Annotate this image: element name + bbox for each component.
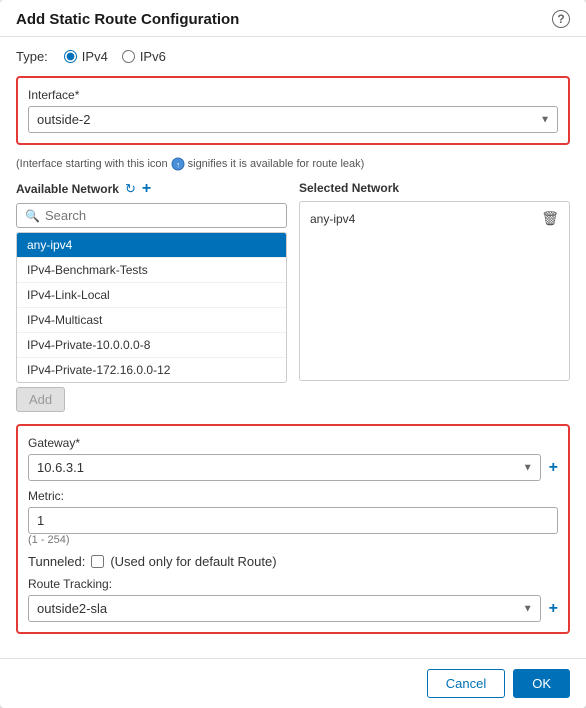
add-button[interactable]: Add — [16, 387, 65, 412]
help-icon[interactable]: ? — [552, 10, 570, 28]
route-tracking-label: Route Tracking: — [28, 577, 558, 591]
ipv4-radio-item[interactable]: IPv4 — [64, 49, 108, 64]
type-row: Type: IPv4 IPv6 — [16, 49, 570, 64]
interface-select-wrapper: outside-2 outside-1 inside ▼ — [28, 106, 558, 133]
ok-button[interactable]: OK — [513, 669, 570, 698]
dialog: Add Static Route Configuration ? Type: I… — [0, 0, 586, 708]
available-network-panel: Available Network ↻ + 🔍 any-ipv4 IPv4-Be… — [16, 181, 287, 412]
search-input[interactable] — [45, 208, 278, 223]
ipv4-label: IPv4 — [82, 49, 108, 64]
interface-label: Interface* — [28, 88, 558, 102]
selected-network-label: Selected Network — [299, 181, 399, 195]
list-item[interactable]: IPv4-Private-10.0.0.0-8 — [17, 333, 286, 358]
network-section: Available Network ↻ + 🔍 any-ipv4 IPv4-Be… — [16, 181, 570, 412]
delete-icon[interactable]: 🗑 — [541, 210, 559, 227]
dialog-footer: Cancel OK — [0, 658, 586, 708]
list-item[interactable]: IPv4-Benchmark-Tests — [17, 258, 286, 283]
metric-hint: (1 - 254) — [28, 534, 558, 546]
search-icon: 🔍 — [25, 209, 40, 223]
gateway-row: 10.6.3.1 10.6.3.2 ▼ + — [28, 454, 558, 481]
list-item[interactable]: any-ipv4 — [17, 233, 286, 258]
svg-text:↑: ↑ — [176, 161, 180, 170]
dialog-header: Add Static Route Configuration ? — [0, 0, 586, 37]
dialog-title: Add Static Route Configuration — [16, 11, 239, 28]
cancel-button[interactable]: Cancel — [427, 669, 505, 698]
gateway-section: Gateway* 10.6.3.1 10.6.3.2 ▼ + Metric: (… — [16, 424, 570, 634]
gateway-select-wrapper: 10.6.3.1 10.6.3.2 ▼ — [28, 454, 541, 481]
list-item[interactable]: IPv4-Link-Local — [17, 283, 286, 308]
tunneled-checkbox[interactable] — [91, 555, 104, 568]
list-item[interactable]: IPv4-Multicast — [17, 308, 286, 333]
route-tracking-row: outside2-sla outside1-sla ▼ + — [28, 595, 558, 622]
interface-hint-prefix: (Interface starting with this icon — [16, 158, 168, 170]
radio-group: IPv4 IPv6 — [64, 49, 166, 64]
available-network-label: Available Network — [16, 182, 119, 196]
selected-network-panel: Selected Network any-ipv4 🗑 — [299, 181, 570, 412]
ipv6-radio[interactable] — [122, 50, 135, 63]
route-leak-icon: ↑ — [171, 157, 185, 171]
route-tracking-select[interactable]: outside2-sla outside1-sla — [28, 595, 541, 622]
network-list: any-ipv4 IPv4-Benchmark-Tests IPv4-Link-… — [16, 232, 287, 383]
interface-select[interactable]: outside-2 outside-1 inside — [28, 106, 558, 133]
available-network-header: Available Network ↻ + — [16, 181, 287, 197]
selected-network-list: any-ipv4 🗑 — [299, 201, 570, 381]
metric-input[interactable] — [28, 507, 558, 534]
search-box: 🔍 — [16, 203, 287, 228]
route-tracking-add-icon[interactable]: + — [549, 601, 558, 617]
interface-section: Interface* outside-2 outside-1 inside ▼ — [16, 76, 570, 145]
route-tracking-select-wrapper: outside2-sla outside1-sla ▼ — [28, 595, 541, 622]
selected-item-label: any-ipv4 — [310, 212, 355, 226]
dialog-body: Type: IPv4 IPv6 Interface* outside-2 out… — [0, 37, 586, 658]
available-network-add-icon[interactable]: + — [142, 181, 151, 197]
gateway-label: Gateway* — [28, 436, 558, 450]
interface-hint: (Interface starting with this icon ↑ sig… — [16, 157, 570, 171]
tunneled-row: Tunneled: (Used only for default Route) — [28, 554, 558, 569]
refresh-icon[interactable]: ↻ — [125, 181, 136, 197]
ipv6-radio-item[interactable]: IPv6 — [122, 49, 166, 64]
tunneled-label: Tunneled: — [28, 554, 85, 569]
tunneled-hint: (Used only for default Route) — [110, 554, 276, 569]
type-label: Type: — [16, 49, 48, 64]
list-item[interactable]: IPv4-Private-172.16.0.0-12 — [17, 358, 286, 382]
ipv4-radio[interactable] — [64, 50, 77, 63]
gateway-add-icon[interactable]: + — [549, 460, 558, 476]
gateway-select[interactable]: 10.6.3.1 10.6.3.2 — [28, 454, 541, 481]
selected-item: any-ipv4 🗑 — [304, 206, 565, 231]
selected-network-header: Selected Network — [299, 181, 570, 195]
interface-hint-suffix: signifies it is available for route leak… — [188, 158, 365, 170]
ipv6-label: IPv6 — [140, 49, 166, 64]
metric-label: Metric: — [28, 489, 558, 503]
